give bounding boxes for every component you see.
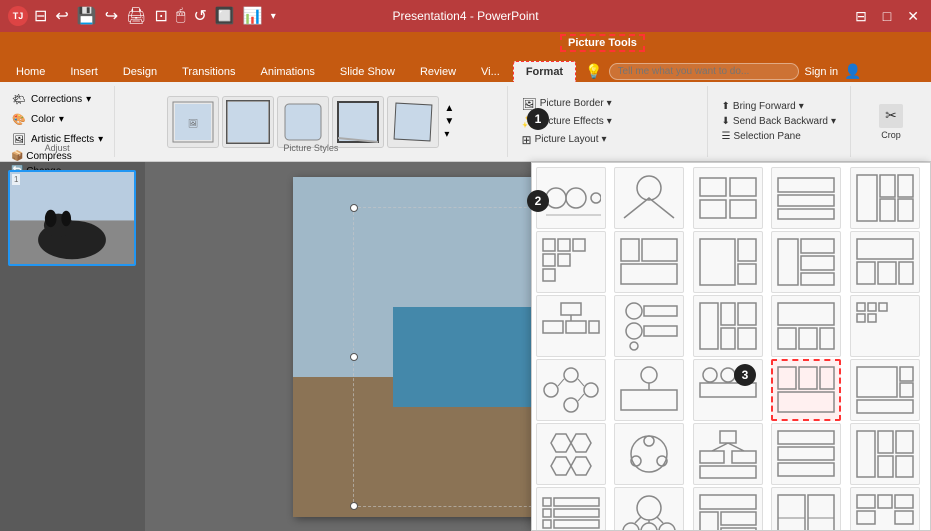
svg-text:🖼: 🖼 [188,119,198,128]
layout-item-2[interactable] [614,167,684,229]
tab-design[interactable]: Design [111,62,169,82]
tab-slideshow[interactable]: Slide Show [328,62,407,82]
selection-pane-btn[interactable]: ☰ Selection Pane [716,129,842,144]
tab-animations[interactable]: Animations [249,62,327,82]
style-thumb-3[interactable] [277,96,329,148]
badge-2: 2 [527,190,549,212]
layout-item-16[interactable] [536,359,606,421]
style-thumb-5[interactable] [387,96,439,148]
layout-item-21[interactable] [536,423,606,485]
tab-format[interactable]: Format [513,61,576,82]
sign-in-btn[interactable]: Sign in [805,66,839,78]
style-thumb-1[interactable]: 🖼 [167,96,219,148]
artistic-effects-icon: 🖼 [11,131,27,147]
layout-item-11[interactable] [536,295,606,357]
ribbon-position-group: ⬆ Bring Forward ▾ ⬇ Send Back Backward ▾… [708,86,851,157]
slide-thumbnail-1[interactable]: 1 [8,170,136,266]
ribbon-group-styles: 🖼 ▲ ▼ ▾ Picture Styles [115,86,507,157]
layout-item-28[interactable] [693,487,763,531]
layout-item-6[interactable] [536,231,606,293]
style-thumb-4[interactable] [332,96,384,148]
tab-home[interactable]: Home [4,62,57,82]
picture-tools-bar: Picture Tools [0,32,931,54]
window-title: Presentation4 - PowerPoint [392,9,538,23]
window-controls[interactable]: ⊟ □ ✕ [851,8,923,25]
tab-review[interactable]: Review [408,62,468,82]
styles-up-btn[interactable]: ▲ [444,103,454,114]
send-backward-btn[interactable]: ⬇ Send Back Backward ▾ [716,114,842,129]
picture-layout-icon: ⊞ [522,133,532,147]
styles-more-btn[interactable]: ▾ [444,129,454,140]
badge-1: 1 [527,108,549,130]
layout-item-8[interactable] [693,231,763,293]
layout-item-27[interactable] [614,487,684,531]
layout-item-15[interactable] [850,295,920,357]
app-logo: TJ [8,6,28,26]
layout-item-13[interactable] [693,295,763,357]
color-icon: 🎨 [11,111,27,127]
tab-insert[interactable]: Insert [58,62,110,82]
badge-3-wrapper: 3 [734,364,756,386]
ribbon-tabs: Home Insert Design Transitions Animation… [0,54,931,82]
layout-item-20[interactable] [850,359,920,421]
layout-item-30[interactable] [850,487,920,531]
ribbon: 🌤 Corrections ▾ 🎨 Color ▾ 🖼 Artistic Eff… [0,82,931,162]
ribbon-group-adjust: 🌤 Corrections ▾ 🎨 Color ▾ 🖼 Artistic Eff… [0,86,115,157]
layout-item-17[interactable] [614,359,684,421]
layout-item-10[interactable] [850,231,920,293]
title-bar-left: TJ ⊟ ↩ 💾 ↪ 🖨 ⊡ 🖱 ↺ 🔲 📊 ▾ [8,6,278,26]
picture-tools-label: Picture Tools [560,34,645,52]
layout-item-25[interactable] [850,423,920,485]
main-area: 1 [0,162,931,531]
layout-item-7[interactable] [614,231,684,293]
layout-item-22[interactable] [614,423,684,485]
minimize-btn[interactable]: ⊟ [851,8,871,25]
layout-item-24[interactable] [771,423,841,485]
badge-3: 3 [734,364,756,386]
layout-item-19[interactable] [771,359,841,421]
layout-item-3[interactable] [693,167,763,229]
slide-thumbnail-image [10,172,134,264]
layout-item-12[interactable] [614,295,684,357]
restore-btn[interactable]: □ [879,8,895,25]
layout-item-26[interactable] [536,487,606,531]
canvas-area: 3 [145,162,931,531]
handle-tl[interactable] [350,204,358,212]
close-btn[interactable]: ✕ [903,8,923,25]
handle-ml[interactable] [350,353,358,361]
picture-layout-btn[interactable]: ⊞ Picture Layout ▾ [516,131,699,149]
styles-label: Picture Styles [283,143,338,153]
handle-bl[interactable] [350,502,358,510]
bring-forward-btn[interactable]: ⬆ Bring Forward ▾ [716,99,842,114]
send-backward-icon: ⬇ [722,116,730,127]
color-btn[interactable]: 🎨 Color ▾ [8,110,67,128]
layout-item-9[interactable] [771,231,841,293]
selection-pane-icon: ☰ [722,131,731,142]
style-thumb-2[interactable] [222,96,274,148]
layout-item-5[interactable] [850,167,920,229]
tell-me-input[interactable] [609,63,799,80]
tab-transitions[interactable]: Transitions [170,62,247,82]
layout-item-23[interactable] [693,423,763,485]
layout-item-14[interactable] [771,295,841,357]
title-bar: TJ ⊟ ↩ 💾 ↪ 🖨 ⊡ 🖱 ↺ 🔲 📊 ▾ Presentation4 -… [0,0,931,32]
styles-down-btn[interactable]: ▼ [444,116,454,127]
ribbon-crop-group: ✂ Crop [851,86,931,157]
crop-icon: ✂ [879,104,903,128]
corrections-icon: 🌤 [11,91,27,107]
layout-item-4[interactable] [771,167,841,229]
tab-view[interactable]: Vi... [469,62,512,82]
adjust-label: Adjust [45,143,70,153]
corrections-btn[interactable]: 🌤 Corrections ▾ [8,90,94,108]
slide-panel: 1 [0,162,145,531]
bring-forward-icon: ⬆ [722,101,730,112]
layout-dropdown-panel [531,162,931,531]
crop-btn[interactable]: ✂ Crop [874,101,908,143]
layout-item-29[interactable] [771,487,841,531]
